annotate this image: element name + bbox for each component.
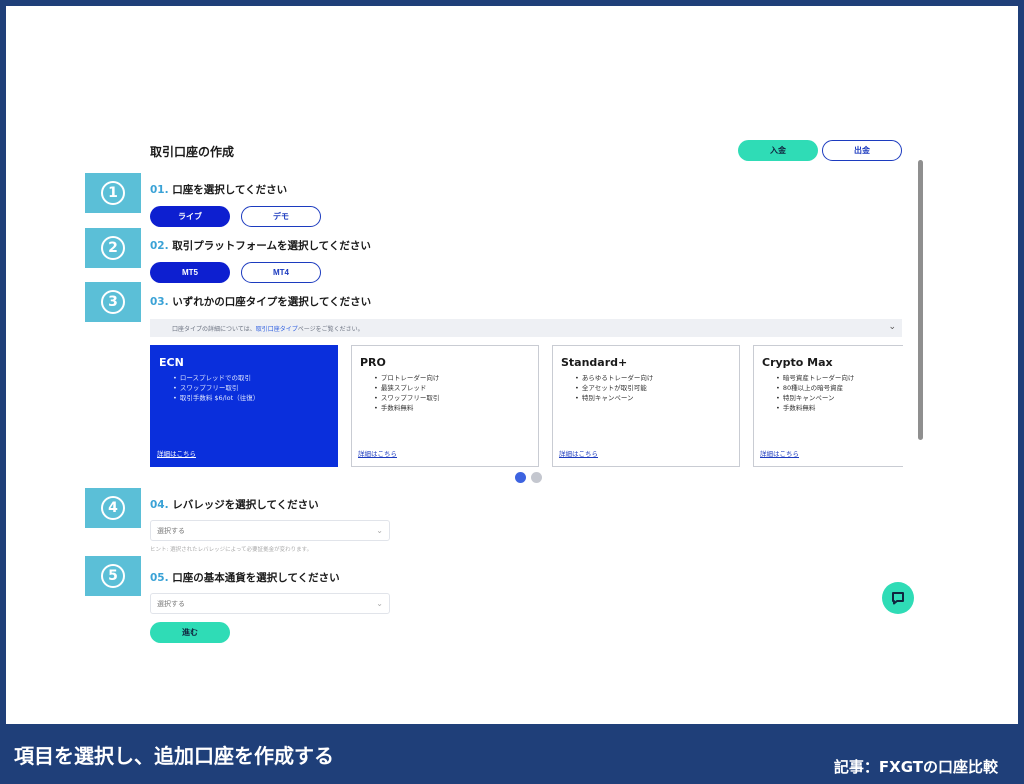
account-live-button[interactable]: ライブ (150, 206, 230, 227)
feature-item: プロトレーダー向け (374, 373, 530, 383)
account-type-link[interactable]: 取引口座タイプ (256, 324, 298, 333)
account-type-info-bar[interactable]: 口座タイプの詳細については、 取引口座タイプ ページをご覧ください。 ⌄ (150, 319, 902, 337)
feature-item: 最狭スプレッド (374, 383, 530, 393)
scrollbar[interactable] (918, 160, 923, 440)
feature-item: ロースプレッドでの取引 (173, 373, 329, 383)
step-2-label: 02. 取引プラットフォームを選択してください (150, 240, 371, 252)
step-badge-4: 4 (85, 488, 141, 528)
step-number: 5 (101, 564, 125, 588)
feature-item: 特別キャンペーン (776, 393, 895, 403)
platform-mt4-button[interactable]: MT4 (241, 262, 321, 283)
deposit-button[interactable]: 入金 (738, 140, 818, 161)
feature-item: 全アセットが取引可能 (575, 383, 731, 393)
account-card-standard-plus[interactable]: Standard+ あらゆるトレーダー向け 全アセットが取引可能 特別キャンペー… (552, 345, 740, 467)
caption-title: 項目を選択し、追加口座を作成する (14, 744, 334, 768)
account-card-ecn[interactable]: ECN ロースプレッドでの取引 スワップフリー取引 取引手数料 $6/lot（往… (150, 345, 338, 467)
caption-source: 記事：FXGTの口座比較 (833, 758, 998, 776)
feature-item: 取引手数料 $6/lot（往復） (173, 393, 329, 403)
carousel-dot-active[interactable] (515, 472, 526, 483)
account-card-crypto-max[interactable]: Crypto Max 暗号資産トレーダー向け 80種以上の暗号資産 特別キャンペ… (753, 345, 903, 467)
step-badge-3: 3 (85, 282, 141, 322)
chevron-down-icon[interactable]: ⌄ (888, 322, 896, 332)
step-number: 2 (101, 236, 125, 260)
chat-button[interactable] (882, 582, 914, 614)
feature-item: あらゆるトレーダー向け (575, 373, 731, 383)
step-5-label: 05. 口座の基本通貨を選択してください (150, 572, 340, 584)
step-4-label: 04. レバレッジを選択してください (150, 499, 319, 511)
step-number: 1 (101, 181, 125, 205)
chevron-down-icon: ⌄ (376, 599, 383, 608)
withdraw-button[interactable]: 出金 (822, 140, 902, 161)
step-badge-1: 1 (85, 173, 141, 213)
chat-bubble-icon (892, 592, 904, 605)
feature-item: 手数料無料 (374, 403, 530, 413)
step-badge-2: 2 (85, 228, 141, 268)
details-link[interactable]: 詳細はこちら (358, 448, 397, 458)
details-link[interactable]: 詳細はこちら (760, 448, 799, 458)
caption-bar: 項目を選択し、追加口座を作成する 記事：FXGTの口座比較 (0, 724, 1024, 784)
leverage-hint: ヒント: 選択されたレバレッジによって必要証拠金が変わります。 (150, 547, 313, 553)
next-button[interactable]: 進む (150, 622, 230, 643)
step-3-label: 03. いずれかの口座タイプを選択してください (150, 296, 372, 308)
step-badge-5: 5 (85, 556, 141, 596)
feature-item: 特別キャンペーン (575, 393, 731, 403)
step-number: 3 (101, 290, 125, 314)
platform-mt5-button[interactable]: MT5 (150, 262, 230, 283)
base-currency-select[interactable]: 選択する ⌄ (150, 593, 390, 614)
feature-item: 暗号資産トレーダー向け (776, 373, 895, 383)
step-1-label: 01. 口座を選択してください (150, 184, 288, 196)
feature-item: スワップフリー取引 (173, 383, 329, 393)
details-link[interactable]: 詳細はこちら (559, 448, 598, 458)
carousel-dot[interactable] (531, 472, 542, 483)
step-number: 4 (101, 496, 125, 520)
account-demo-button[interactable]: デモ (241, 206, 321, 227)
feature-item: スワップフリー取引 (374, 393, 530, 403)
page-title: 取引口座の作成 (150, 145, 235, 159)
feature-item: 80種以上の暗号資産 (776, 383, 895, 393)
account-card-pro[interactable]: PRO プロトレーダー向け 最狭スプレッド スワップフリー取引 手数料無料 詳細… (351, 345, 539, 467)
feature-item: 手数料無料 (776, 403, 895, 413)
chevron-down-icon: ⌄ (376, 526, 383, 535)
details-link[interactable]: 詳細はこちら (157, 448, 196, 458)
leverage-select[interactable]: 選択する ⌄ (150, 520, 390, 541)
